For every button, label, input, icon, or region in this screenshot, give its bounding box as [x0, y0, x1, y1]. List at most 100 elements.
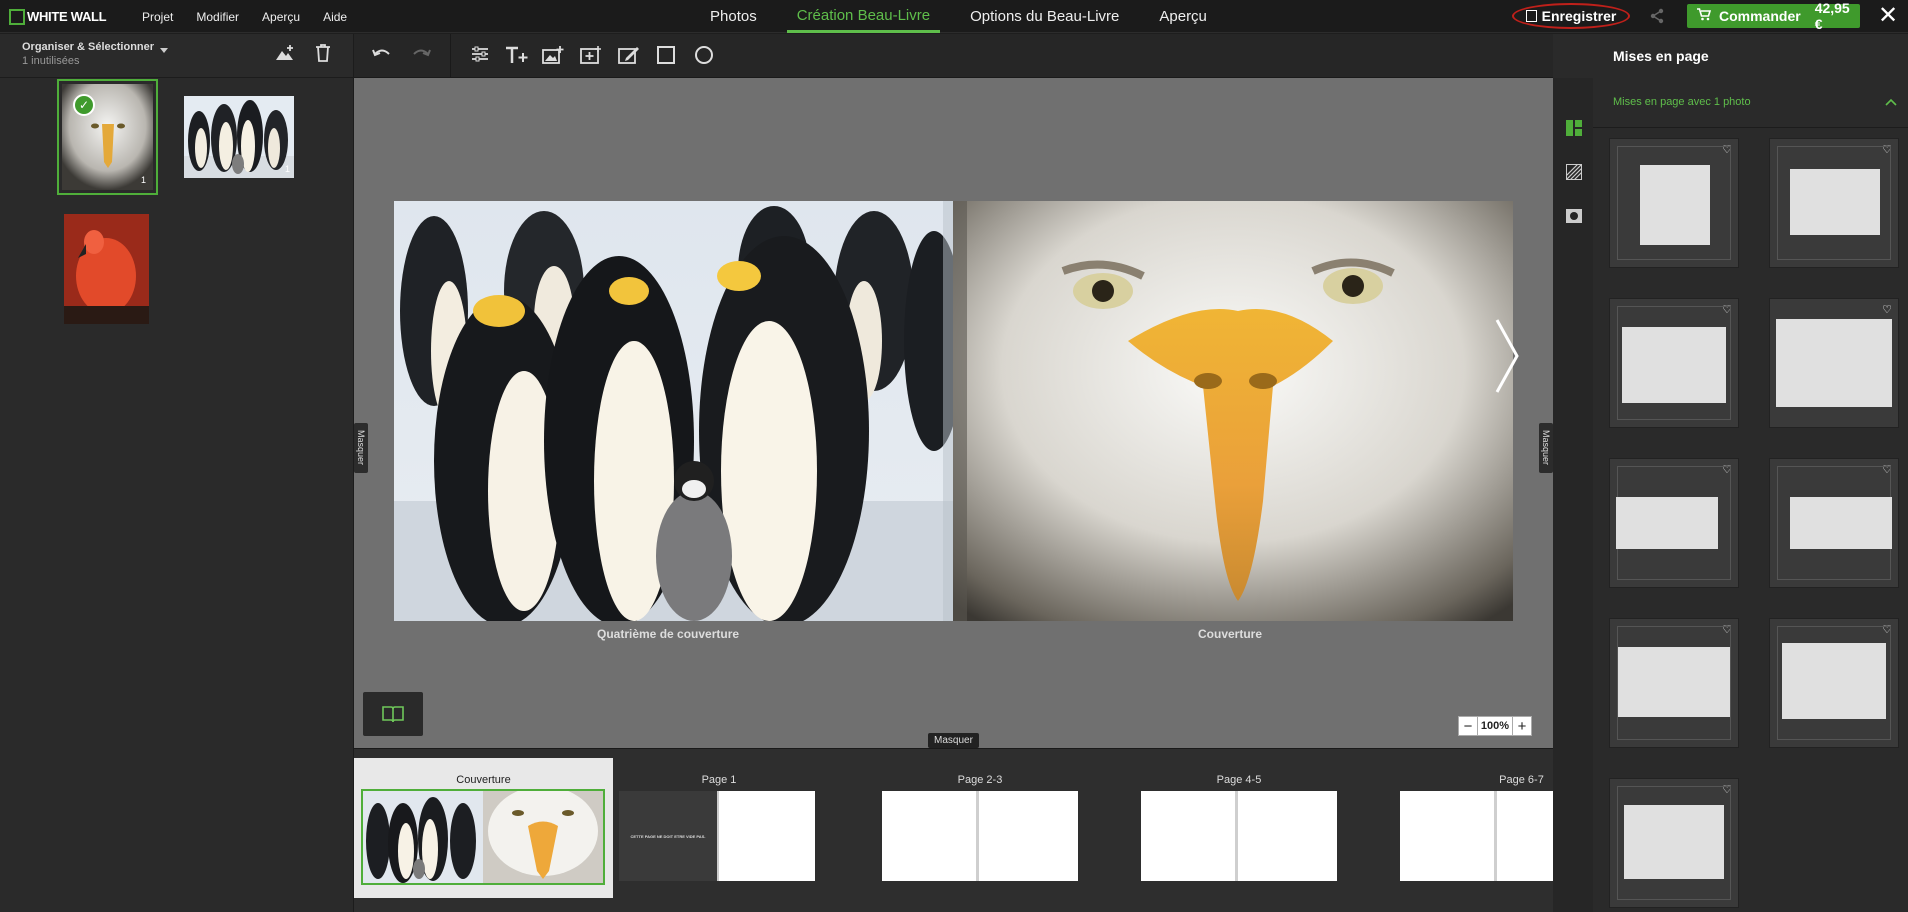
edit-icon[interactable] [618, 45, 640, 69]
organize-select-dropdown[interactable]: Organiser & Sélectionner [22, 41, 154, 53]
text-add-icon[interactable] [504, 45, 530, 69]
mask-icon[interactable] [1566, 208, 1582, 224]
order-button[interactable]: Commander 42,95 € [1687, 0, 1860, 32]
tab-options-beau-livre[interactable]: Options du Beau-Livre [960, 0, 1129, 33]
zoom-control: − 100% + [1458, 716, 1532, 736]
front-cover-page[interactable] [953, 201, 1513, 621]
empty-page-warning: CETTE PAGE NE DOIT ETRE VIDE PAS. [630, 833, 706, 839]
layout-option[interactable]: ♡ [1769, 618, 1899, 748]
chevron-down-icon[interactable] [160, 48, 168, 53]
order-price: 42,95 € [1814, 0, 1850, 32]
filmstrip-page-1[interactable]: Page 1 CETTE PAGE NE DOIT ETRE VIDE PAS. [619, 758, 819, 898]
editor-toolbar [354, 34, 1553, 78]
layout-option[interactable]: ♡ [1609, 778, 1739, 908]
save-icon [1525, 10, 1537, 22]
tab-apercu[interactable]: Aperçu [1149, 0, 1217, 33]
filmstrip-page-6-7[interactable]: Page 6-7 [1400, 758, 1553, 898]
zoom-out-button[interactable]: − [1459, 717, 1477, 735]
cover-thumbnail [361, 789, 605, 885]
heart-icon[interactable]: ♡ [1882, 303, 1892, 316]
menu-projet[interactable]: Projet [142, 10, 173, 24]
adjust-icon[interactable] [470, 45, 490, 67]
layout-option[interactable]: ♡ [1609, 618, 1739, 748]
tab-creation-beau-livre[interactable]: Création Beau-Livre [786, 0, 941, 33]
logo-text: WHITE WALL [27, 9, 107, 24]
zoom-in-button[interactable]: + [1513, 717, 1531, 735]
photo-use-count: 1 [140, 175, 146, 185]
menu-aide[interactable]: Aide [323, 10, 347, 24]
background-icon[interactable] [1565, 163, 1583, 181]
penguins-photo [184, 96, 294, 178]
cart-icon [1697, 8, 1712, 24]
filmstrip-label: Page 2-3 [957, 774, 1003, 786]
photo-panel-header: Organiser & Sélectionner 1 inutilisées [0, 34, 354, 78]
photo-thumbnail-eagle[interactable]: ✓ 1 [57, 79, 158, 195]
redo-icon[interactable] [411, 45, 431, 67]
hide-left-panel-tab[interactable]: Masquer [354, 423, 368, 473]
back-cover-page[interactable] [394, 201, 953, 621]
book-icon [382, 706, 404, 723]
share-icon[interactable] [1648, 7, 1666, 25]
layouts-panel: Mises en page Mises en page avec 1 photo… [1553, 34, 1908, 912]
filmstrip-label: Couverture [456, 774, 511, 786]
cover-spread [394, 201, 1513, 621]
logo-square-icon [9, 8, 25, 25]
photo-thumbnail-flamingo[interactable] [64, 214, 149, 324]
save-label: Enregistrer [1541, 8, 1617, 24]
chevron-up-icon[interactable] [1885, 95, 1897, 109]
section-label: Mises en page avec 1 photo [1613, 96, 1751, 108]
penguins-image [394, 201, 953, 621]
workflow-tabs: Photos Création Beau-Livre Options du Be… [700, 0, 1237, 33]
page-1-thumbnail: CETTE PAGE NE DOIT ETRE VIDE PAS. [619, 791, 819, 881]
page-filmstrip: Couverture Page 1 CETTE PAGE NE DOIT ETR… [354, 748, 1553, 912]
tab-photos[interactable]: Photos [700, 0, 767, 33]
filmstrip-label: Page 6-7 [1499, 774, 1544, 786]
filmstrip-cover[interactable]: Couverture [354, 758, 613, 898]
photo-thumbnail-penguins[interactable]: 1 [184, 96, 294, 178]
logo[interactable]: WHITE WALL [9, 7, 107, 26]
layouts-panel-title: Mises en page [1613, 48, 1709, 64]
back-cover-label: Quatrième de couverture [597, 627, 740, 641]
hide-right-panel-tab[interactable]: Masquer [1539, 423, 1553, 473]
trash-icon[interactable] [315, 44, 331, 67]
menu-apercu[interactable]: Aperçu [262, 10, 300, 24]
filmstrip-page-2-3[interactable]: Page 2-3 [882, 758, 1078, 898]
main-menu: Projet Modifier Aperçu Aide [142, 0, 370, 33]
hide-filmstrip-tab[interactable]: Masquer [928, 733, 979, 748]
page-4-5-thumbnail [1141, 791, 1337, 881]
menu-modifier[interactable]: Modifier [196, 10, 239, 24]
single-photo-layouts-section[interactable]: Mises en page avec 1 photo [1593, 78, 1908, 128]
photo-use-count: 1 [284, 164, 290, 174]
filmstrip-label: Page 1 [701, 774, 737, 786]
front-cover-label: Couverture [1198, 627, 1263, 641]
book-canvas: Masquer Masquer Quatrième de couverture … [354, 78, 1553, 748]
top-bar: WHITE WALL Projet Modifier Aperçu Aide P… [0, 0, 1908, 33]
unused-count: 1 inutilisées [22, 55, 80, 67]
eagle-image [953, 201, 1513, 621]
close-icon[interactable]: ✕ [1878, 4, 1898, 28]
toolbar-divider [450, 34, 451, 78]
layout-option[interactable]: ♡ [1609, 298, 1739, 428]
chevron-right-icon[interactable] [1494, 318, 1520, 406]
layout-option[interactable]: ♡ [1609, 138, 1739, 268]
flamingo-photo [64, 214, 149, 324]
photo-panel: Organiser & Sélectionner 1 inutilisées ✓… [0, 34, 354, 912]
layouts-icon[interactable] [1566, 120, 1582, 136]
layout-option[interactable]: ♡ [1769, 298, 1899, 428]
layout-option[interactable]: ♡ [1769, 138, 1899, 268]
filmstrip-label: Page 4-5 [1216, 774, 1262, 786]
save-button[interactable]: Enregistrer [1512, 3, 1630, 29]
image-add-icon[interactable] [542, 45, 564, 69]
layout-option[interactable]: ♡ [1769, 458, 1899, 588]
add-photo-icon[interactable] [275, 44, 295, 67]
order-label: Commander [1719, 8, 1801, 24]
book-view-button[interactable] [363, 692, 423, 736]
filmstrip-page-4-5[interactable]: Page 4-5 [1141, 758, 1337, 898]
zoom-value: 100% [1477, 717, 1513, 735]
layout-option[interactable]: ♡ [1609, 458, 1739, 588]
undo-icon[interactable] [372, 45, 392, 67]
circle-icon[interactable] [694, 45, 714, 69]
rectangle-icon[interactable] [656, 45, 676, 69]
frame-add-icon[interactable] [580, 45, 602, 69]
selected-check-icon: ✓ [73, 94, 95, 116]
